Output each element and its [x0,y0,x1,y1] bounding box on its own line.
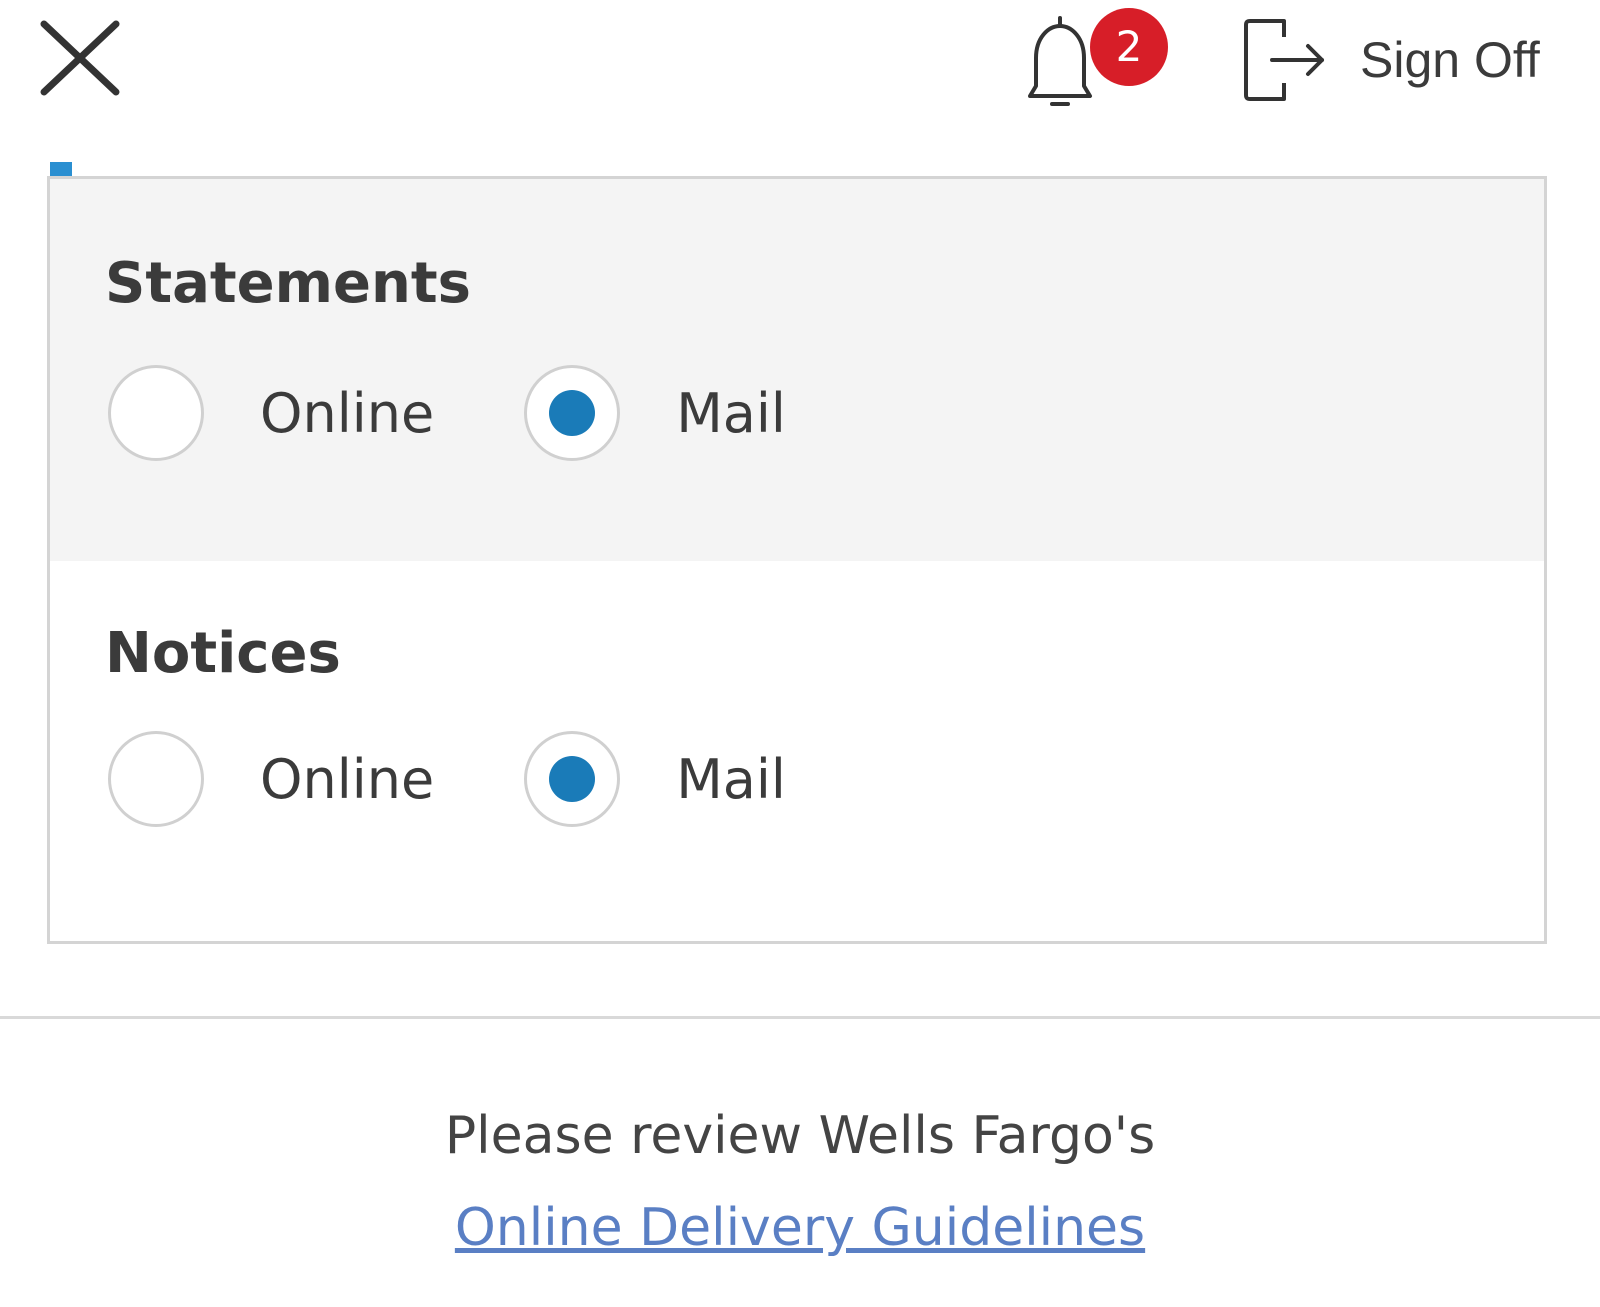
statements-title: Statements [105,251,471,316]
notices-section: Notices Online Mail [50,561,1544,941]
notices-online-radio[interactable] [108,731,204,827]
top-bar: 2 Sign Off [0,0,1600,130]
notices-radio-group: Online Mail [108,727,876,831]
notices-mail-label: Mail [676,747,786,811]
statements-online-option[interactable]: Online [108,365,434,461]
statements-mail-option[interactable]: Mail [524,365,786,461]
delivery-preferences-panel: Statements Online Mail Notices Online Ma… [47,176,1547,944]
notices-online-label: Online [260,747,435,811]
divider [0,1016,1600,1019]
statements-section: Statements Online Mail [50,179,1544,561]
footer: Please review Wells Fargo's Online Deliv… [0,1090,1600,1274]
notification-badge: 2 [1090,8,1168,86]
statements-mail-label: Mail [676,381,786,445]
footer-text: Please review Wells Fargo's [444,1106,1156,1166]
notices-online-option[interactable]: Online [108,731,434,827]
statements-mail-radio[interactable] [524,365,621,461]
statements-online-radio[interactable] [108,365,204,461]
notices-mail-radio[interactable] [524,731,621,827]
statements-radio-group: Online Mail [108,361,876,465]
notices-title: Notices [105,621,341,686]
online-delivery-guidelines-link[interactable]: Online Delivery Guidelines [455,1198,1145,1258]
notices-mail-option[interactable]: Mail [524,731,786,827]
statements-online-label: Online [260,381,435,445]
focus-indicator [50,162,72,176]
notifications-button[interactable]: 2 [1028,8,1170,108]
sign-off-button[interactable]: Sign Off [1240,12,1540,108]
close-icon [40,20,120,96]
sign-off-label: Sign Off [1360,32,1540,88]
close-button[interactable] [36,16,126,106]
sign-off-icon [1244,19,1324,101]
